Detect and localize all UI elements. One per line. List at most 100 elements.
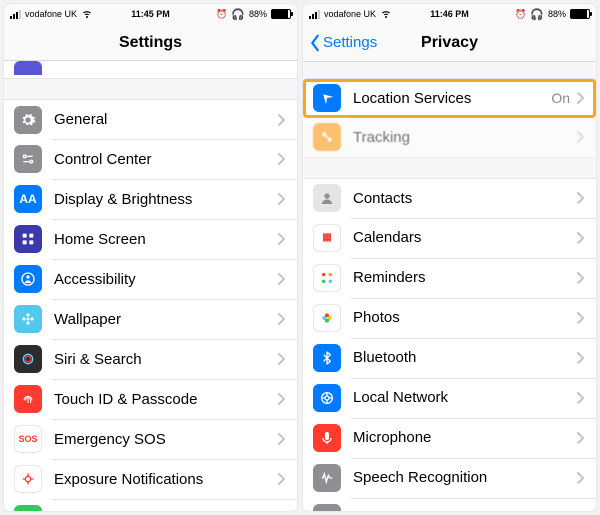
settings-screen: vodafone UK 11:45 PM ⏰ 🎧 88% Settings Ge… [4,4,297,511]
chevron-right-icon [277,114,285,126]
general-icon [14,106,42,134]
row-label: Reminders [353,269,576,286]
chevron-right-icon [277,193,285,205]
row-label: Location Services [353,90,551,107]
localnet-icon [313,384,341,412]
chevron-right-icon [576,272,584,284]
chevron-right-icon [576,232,584,244]
chevron-right-icon [277,313,285,325]
bluetooth-icon [313,344,341,372]
row-reminders[interactable]: Reminders [303,258,596,298]
row-general[interactable]: General [4,99,297,139]
battery-icon [271,9,291,19]
row-camera[interactable]: Camera [303,498,596,511]
touchid-icon [14,385,42,413]
location-icon [313,84,341,112]
camera-icon [313,504,341,511]
chevron-right-icon [277,433,285,445]
chevron-right-icon [277,393,285,405]
row-exposure[interactable]: Exposure Notifications [4,459,297,499]
chevron-right-icon [576,472,584,484]
row-label: Calendars [353,229,576,246]
row-label: Speech Recognition [353,469,576,486]
chevron-right-icon [277,473,285,485]
row-battery[interactable]: Battery [4,499,297,511]
wifi-icon [81,7,93,22]
clock: 11:45 PM [131,9,170,19]
wallpaper-icon [14,305,42,333]
privacy-screen: vodafone UK 11:46 PM ⏰ 🎧 88% Settings Pr… [303,4,596,511]
home-screen-icon [14,225,42,253]
carrier-label: vodafone UK [25,9,77,19]
row-label: General [54,111,277,128]
row-display[interactable]: AADisplay & Brightness [4,179,297,219]
status-bar: vodafone UK 11:45 PM ⏰ 🎧 88% [4,4,297,25]
row-photos[interactable]: Photos [303,298,596,338]
row-contacts[interactable]: Contacts [303,178,596,218]
row-label: Emergency SOS [54,431,277,448]
row-label: Accessibility [54,271,277,288]
page-title: Settings [119,34,182,52]
row-label: Touch ID & Passcode [54,391,277,408]
control-center-icon [14,145,42,173]
chevron-left-icon [309,34,321,52]
row-siri[interactable]: Siri & Search [4,339,297,379]
row-label: Home Screen [54,231,277,248]
row-label: Control Center [54,151,277,168]
chevron-right-icon [576,192,584,204]
sos-icon: SOS [14,425,42,453]
back-button[interactable]: Settings [309,25,377,61]
row-tracking[interactable]: Tracking [303,118,596,158]
privacy-list[interactable]: Location ServicesOn Tracking Contacts▦Cal… [303,62,596,511]
battery-icon [14,505,42,511]
row-label: Exposure Notifications [54,471,277,488]
row-accessibility[interactable]: Accessibility [4,259,297,299]
siri-icon [14,345,42,373]
row-detail: On [551,90,570,106]
alarm-icon: ⏰ [515,9,526,20]
row-localnet[interactable]: Local Network [303,378,596,418]
chevron-right-icon [277,353,285,365]
row-label: Bluetooth [353,349,576,366]
reminders-icon [313,264,341,292]
page-title: Privacy [421,34,478,52]
row-label: Photos [353,309,576,326]
contacts-icon [313,184,341,212]
settings-list[interactable]: General Control Center AADisplay & Brightn… [4,61,297,511]
accessibility-icon [14,265,42,293]
row-home-screen[interactable]: Home Screen [4,219,297,259]
row-sos[interactable]: SOS Emergency SOS [4,419,297,459]
battery-pct: 88% [548,9,566,19]
row-microphone[interactable]: Microphone [303,418,596,458]
battery-icon [570,9,590,19]
headphones-icon: 🎧 [231,8,245,21]
row-label: Microphone [353,429,576,446]
chevron-right-icon [576,352,584,364]
microphone-icon [313,424,341,452]
chevron-right-icon [277,153,285,165]
row-label: Tracking [353,129,576,146]
row-control-center[interactable]: Control Center [4,139,297,179]
signal-icon [309,10,320,19]
row-label: Local Network [353,389,576,406]
row-speech[interactable]: Speech Recognition [303,458,596,498]
row-calendars[interactable]: ▦Calendars [303,218,596,258]
speech-icon [313,464,341,492]
row-bluetooth[interactable]: Bluetooth [303,338,596,378]
row-location[interactable]: Location ServicesOn [303,78,596,118]
chevron-right-icon [576,92,584,104]
clock: 11:46 PM [430,9,469,19]
cut-off-row [4,61,297,79]
tracking-icon [313,123,341,151]
chevron-right-icon [576,392,584,404]
chevron-right-icon [576,312,584,324]
signal-icon [10,10,21,19]
nav-bar: Settings Privacy [303,25,596,62]
row-touchid[interactable]: Touch ID & Passcode [4,379,297,419]
carrier-label: vodafone UK [324,9,376,19]
chevron-right-icon [576,432,584,444]
row-wallpaper[interactable]: Wallpaper [4,299,297,339]
headphones-icon: 🎧 [530,8,544,21]
wifi-icon [380,7,392,22]
row-label: Siri & Search [54,351,277,368]
